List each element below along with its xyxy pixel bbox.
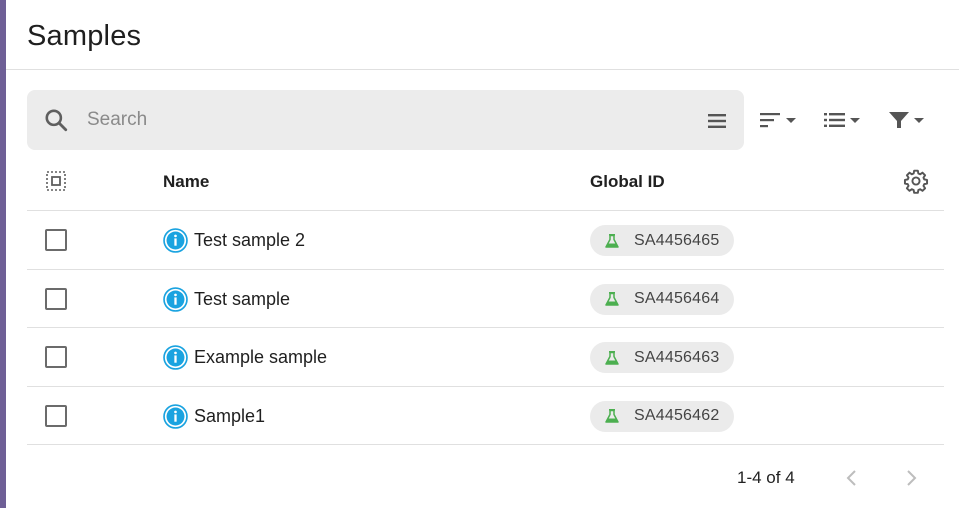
hamburger-icon[interactable] xyxy=(705,109,729,133)
table-header: Name Global ID xyxy=(27,150,944,211)
sample-name[interactable]: Sample1 xyxy=(194,406,265,427)
left-accent-bar xyxy=(0,0,6,508)
search-bar[interactable] xyxy=(27,90,744,150)
row-checkbox[interactable] xyxy=(45,346,67,368)
info-icon[interactable] xyxy=(163,345,188,370)
page-header: Samples xyxy=(6,0,959,70)
flask-icon xyxy=(605,409,619,423)
filter-button[interactable] xyxy=(886,104,926,136)
chevron-down-icon xyxy=(786,118,796,123)
sample-name[interactable]: Test sample 2 xyxy=(194,230,305,251)
global-id-chip[interactable]: SA4456463 xyxy=(590,342,735,373)
global-id-chip[interactable]: SA4456465 xyxy=(590,225,735,256)
flask-icon xyxy=(605,233,619,248)
search-input[interactable] xyxy=(87,106,647,134)
column-header-name[interactable]: Name xyxy=(163,172,209,192)
flask-icon xyxy=(605,350,619,365)
flask-icon xyxy=(605,292,619,306)
chevron-left-icon[interactable] xyxy=(840,466,864,490)
global-id-chip[interactable]: SA4456462 xyxy=(590,400,735,432)
chevron-down-icon xyxy=(914,118,924,123)
table-row[interactable]: Sample1 SA4456462 xyxy=(27,387,944,445)
samples-table: Name Global ID Test sample 2 SA4456465 T… xyxy=(27,150,944,445)
gear-icon[interactable] xyxy=(903,168,929,194)
page-title: Samples xyxy=(27,20,142,52)
chevron-down-icon xyxy=(850,118,860,123)
global-id-text: SA4456462 xyxy=(634,407,720,424)
table-row[interactable]: Test sample 2 SA4456465 xyxy=(27,211,944,270)
row-checkbox[interactable] xyxy=(45,229,67,251)
info-icon[interactable] xyxy=(163,286,188,312)
global-id-chip[interactable]: SA4456464 xyxy=(590,283,735,315)
table-row[interactable]: Test sample SA4456464 xyxy=(27,270,944,328)
table-row[interactable]: Example sample SA4456463 xyxy=(27,328,944,387)
global-id-text: SA4456465 xyxy=(634,231,720,249)
info-icon[interactable] xyxy=(163,403,188,429)
sample-name[interactable]: Test sample xyxy=(194,289,290,310)
chevron-right-icon[interactable] xyxy=(899,466,923,490)
row-checkbox[interactable] xyxy=(45,404,67,427)
global-id-text: SA4456463 xyxy=(634,348,720,366)
list-view-icon xyxy=(824,113,845,127)
search-icon xyxy=(45,109,68,132)
row-checkbox[interactable] xyxy=(45,287,67,310)
sample-name[interactable]: Example sample xyxy=(194,347,327,368)
pagination-label: 1-4 of 4 xyxy=(737,468,795,487)
sort-icon xyxy=(760,113,780,128)
column-header-global-id[interactable]: Global ID xyxy=(590,172,665,192)
filter-icon xyxy=(889,112,909,128)
sort-button[interactable] xyxy=(758,104,798,136)
info-icon[interactable] xyxy=(163,228,188,253)
global-id-text: SA4456464 xyxy=(634,290,720,307)
select-all-icon[interactable] xyxy=(44,169,68,193)
view-mode-button[interactable] xyxy=(822,104,862,136)
